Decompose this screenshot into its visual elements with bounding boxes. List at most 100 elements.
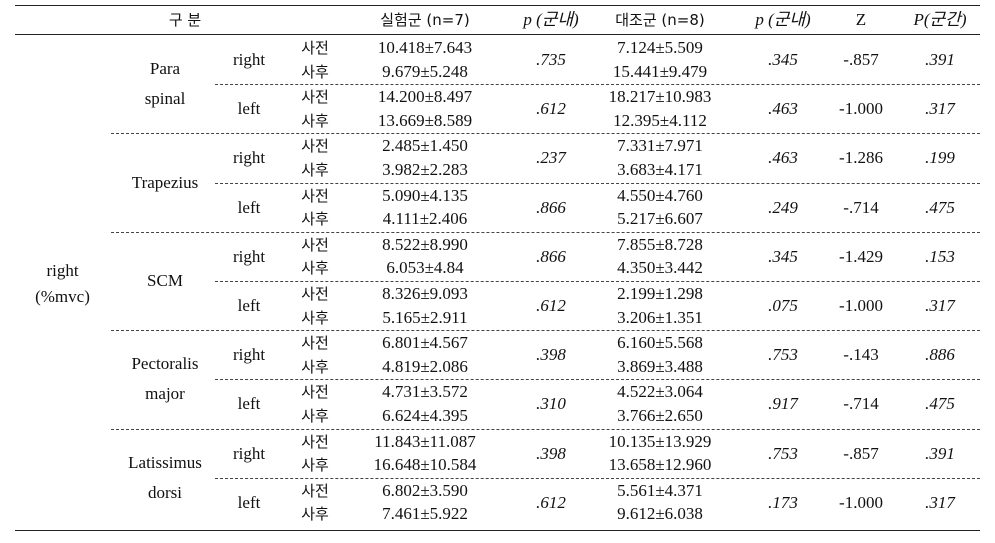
header-p-within-exp: p (군내) xyxy=(523,10,579,29)
time-label-pre: 사전 xyxy=(301,137,329,156)
muscle-name-line2: major xyxy=(145,384,185,404)
p-within-ctrl-value: .917 xyxy=(768,394,798,414)
ctrl-pre-value: 2.199±1.298 xyxy=(617,284,703,303)
side-label: left xyxy=(237,492,261,512)
exp-post-value: 9.679±5.248 xyxy=(382,61,468,81)
side-label: right xyxy=(232,443,266,463)
exp-pre-value: 8.522±8.990 xyxy=(382,234,468,254)
muscle-name: SCM xyxy=(115,266,215,296)
time-label-pre: 사전 xyxy=(301,285,329,303)
z-value: -.857 xyxy=(843,50,879,69)
p-within-ctrl-value: .753 xyxy=(768,443,798,463)
p-within-exp-value: .735 xyxy=(536,50,566,69)
side-label: right xyxy=(232,345,266,365)
table-top-rule xyxy=(15,5,980,6)
time-label-post: 사후 xyxy=(301,456,329,475)
p-within-exp-value: .310 xyxy=(536,394,566,414)
group-label-line2: (%mvc) xyxy=(35,287,90,306)
time-label-post: 사후 xyxy=(301,111,329,130)
time-label-pre: 사전 xyxy=(301,383,329,402)
time-label-pre: 사전 xyxy=(301,432,329,451)
z-value: -.143 xyxy=(843,345,879,365)
p-within-ctrl-value: .463 xyxy=(768,148,798,168)
header-z: Z xyxy=(855,10,867,29)
exp-post-value: 6.624±4.395 xyxy=(382,406,468,425)
p-within-exp-value: .866 xyxy=(536,246,566,266)
exp-post-value: 7.461±5.922 xyxy=(382,504,468,524)
side-label: left xyxy=(237,197,261,217)
exp-post-value: 3.982±2.283 xyxy=(382,160,468,179)
exp-pre-value: 8.326±9.093 xyxy=(382,284,468,303)
p-within-ctrl-value: .753 xyxy=(768,345,798,365)
muscle-name-line1: Trapezius xyxy=(131,172,199,192)
ctrl-post-value: 15.441±9.479 xyxy=(612,61,708,81)
p-within-exp-value: .612 xyxy=(536,99,566,119)
exp-post-value: 5.165±2.911 xyxy=(382,307,468,327)
group-label: right (%mvc) xyxy=(15,258,110,310)
exp-pre-value: 14.200±8.497 xyxy=(377,87,473,107)
p-between-value: .391 xyxy=(925,443,955,463)
p-within-exp-value: .612 xyxy=(536,492,566,512)
header-p-within-ctrl: p (군내) xyxy=(755,10,811,29)
ctrl-pre-value: 7.855±8.728 xyxy=(617,234,703,254)
muscle-name-line2: spinal xyxy=(144,89,186,109)
exp-pre-value: 4.731±3.572 xyxy=(382,382,468,402)
p-between-value: .886 xyxy=(925,345,955,365)
z-value: -1.000 xyxy=(839,296,883,315)
p-between-value: .317 xyxy=(925,296,955,315)
ctrl-pre-value: 5.561±4.371 xyxy=(617,480,703,500)
header-category: 구 분 xyxy=(168,11,202,29)
exp-pre-value: 5.090±4.135 xyxy=(382,185,468,205)
exp-pre-value: 6.802±3.590 xyxy=(382,480,468,500)
header-p-between: P(군간) xyxy=(913,10,967,29)
exp-pre-value: 11.843±11.087 xyxy=(374,431,476,451)
side-label: right xyxy=(232,50,266,69)
time-label-post: 사후 xyxy=(301,308,329,327)
side-label: left xyxy=(237,296,261,315)
time-label-pre: 사전 xyxy=(301,39,329,57)
ctrl-post-value: 3.206±1.351 xyxy=(617,307,703,327)
z-value: -1.000 xyxy=(839,492,883,512)
exp-pre-value: 6.801±4.567 xyxy=(382,333,468,353)
p-within-ctrl-value: .345 xyxy=(768,50,798,69)
exp-post-value: 16.648±10.584 xyxy=(373,455,477,475)
ctrl-pre-value: 10.135±13.929 xyxy=(608,431,712,451)
exp-post-value: 4.111±2.406 xyxy=(382,209,468,229)
side-label: right xyxy=(232,246,266,266)
ctrl-post-value: 13.658±12.960 xyxy=(608,455,712,475)
ctrl-post-value: 12.395±4.112 xyxy=(613,110,707,130)
p-within-ctrl-value: .173 xyxy=(768,492,798,512)
exp-pre-value: 2.485±1.450 xyxy=(382,136,468,156)
time-label-post: 사후 xyxy=(301,357,329,376)
z-value: -.857 xyxy=(843,443,879,463)
p-within-exp-value: .866 xyxy=(536,197,566,217)
z-value: -1.286 xyxy=(839,148,883,168)
muscle-name: Pectoralis major xyxy=(115,349,215,409)
p-within-exp-value: .612 xyxy=(536,296,566,315)
time-label-pre: 사전 xyxy=(301,186,329,205)
z-value: -.714 xyxy=(843,394,879,414)
p-within-exp-value: .237 xyxy=(536,148,566,168)
z-value: -1.000 xyxy=(839,99,883,119)
side-label: left xyxy=(237,394,261,414)
p-between-value: .199 xyxy=(925,148,955,168)
muscle-name: Para spinal xyxy=(115,54,215,114)
z-value: -1.429 xyxy=(839,246,883,266)
p-within-ctrl-value: .249 xyxy=(768,197,798,217)
p-between-value: .475 xyxy=(925,197,955,217)
time-label-post: 사후 xyxy=(301,259,329,278)
muscle-name-line1: Pectoralis xyxy=(131,354,199,374)
p-within-ctrl-value: .463 xyxy=(768,99,798,119)
time-label-pre: 사전 xyxy=(301,235,329,254)
ctrl-post-value: 3.683±4.171 xyxy=(617,160,703,179)
exp-pre-value: 10.418±7.643 xyxy=(377,38,473,57)
muscle-name: Latissimus dorsi xyxy=(115,448,215,508)
p-between-value: .153 xyxy=(925,246,955,266)
muscle-name: Trapezius xyxy=(115,168,215,198)
time-label-post: 사후 xyxy=(301,407,329,425)
ctrl-pre-value: 18.217±10.983 xyxy=(608,87,712,107)
p-within-ctrl-value: .075 xyxy=(768,296,798,315)
ctrl-pre-value: 7.331±7.971 xyxy=(617,136,703,156)
table-bottom-rule xyxy=(15,530,980,531)
p-within-exp-value: .398 xyxy=(536,345,566,365)
